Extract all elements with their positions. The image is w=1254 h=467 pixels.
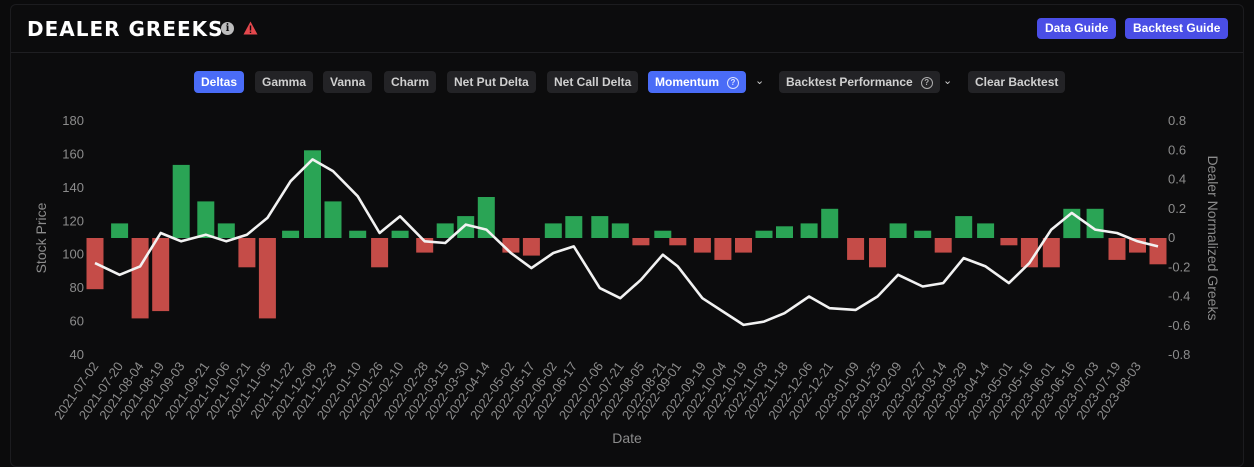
right-tick-label: 0 <box>1168 230 1175 245</box>
left-tick-label: 120 <box>62 213 84 228</box>
left-axis-ticks: 40 60 80 100 120 140 160 180 <box>62 113 84 362</box>
greek-bar <box>693 238 711 253</box>
right-tick-label: -0.8 <box>1168 347 1190 362</box>
greek-bar <box>217 223 235 238</box>
right-axis-ticks: -0.8 -0.6 -0.4 -0.2 0 0.2 0.4 0.6 0.8 <box>1168 113 1190 362</box>
left-tick-label: 60 <box>70 314 84 329</box>
greek-bar <box>776 226 793 238</box>
greek-bar <box>800 223 818 238</box>
right-tick-label: -0.6 <box>1168 318 1190 333</box>
left-tick-label: 140 <box>62 180 84 195</box>
greek-bar <box>869 238 886 268</box>
greek-bar <box>611 223 629 238</box>
greek-bar <box>152 238 170 312</box>
greek-bar <box>889 223 907 238</box>
greek-bar <box>847 238 865 260</box>
left-axis-title: Stock Price <box>33 202 49 273</box>
greek-bar <box>477 197 495 238</box>
greek-bar <box>821 208 839 239</box>
greek-bar <box>1086 208 1104 239</box>
greek-bar <box>522 238 540 256</box>
greek-bar <box>914 230 932 238</box>
greek-bar <box>1108 238 1126 260</box>
greek-bar <box>977 223 995 238</box>
greek-bar <box>258 238 276 319</box>
greek-bar <box>371 238 389 268</box>
greek-bar <box>349 230 367 238</box>
greek-bar <box>654 230 672 238</box>
greek-bar <box>1149 238 1167 265</box>
right-tick-label: -0.2 <box>1168 259 1190 274</box>
right-tick-label: 0.6 <box>1168 142 1186 157</box>
greek-bar <box>324 201 342 238</box>
greek-bar <box>1042 238 1060 268</box>
right-tick-label: 0.4 <box>1168 172 1186 187</box>
greek-bar <box>669 238 687 246</box>
right-tick-label: -0.4 <box>1168 289 1190 304</box>
greek-bar <box>391 230 409 238</box>
greek-bar <box>755 230 773 238</box>
left-tick-label: 160 <box>62 146 84 161</box>
right-tick-label: 0.2 <box>1168 201 1186 216</box>
x-axis-ticks: 2021-07-022021-07-202021-08-042021-08-19… <box>51 359 1144 422</box>
left-tick-label: 180 <box>62 113 84 128</box>
greek-bar <box>131 238 149 319</box>
greek-bar <box>197 201 215 238</box>
greek-bar <box>502 238 520 253</box>
right-axis-title: Dealer Normalized Greeks <box>1205 156 1221 321</box>
greek-bar <box>172 164 190 238</box>
greek-bar <box>632 238 650 246</box>
greek-bar <box>735 238 752 253</box>
greek-bar <box>282 230 300 238</box>
greek-bar <box>436 223 454 238</box>
greek-bar <box>565 216 583 238</box>
greek-bar <box>1000 238 1018 246</box>
greek-bar <box>955 216 973 238</box>
greek-bar <box>591 216 609 238</box>
left-tick-label: 40 <box>70 347 84 362</box>
left-tick-label: 80 <box>70 280 84 295</box>
greek-bar <box>111 223 129 238</box>
greek-bar <box>714 238 732 260</box>
dealer-greeks-chart: 40 60 80 100 120 140 160 180 -0.8 -0.6 -0.4 -0.2 0 0… <box>33 113 1221 446</box>
left-tick-label: 100 <box>62 247 84 262</box>
right-tick-label: 0.8 <box>1168 113 1186 128</box>
x-axis-title: Date <box>612 430 642 446</box>
greek-bar <box>238 238 256 268</box>
greek-bar <box>934 238 952 253</box>
greek-bar <box>544 223 562 238</box>
